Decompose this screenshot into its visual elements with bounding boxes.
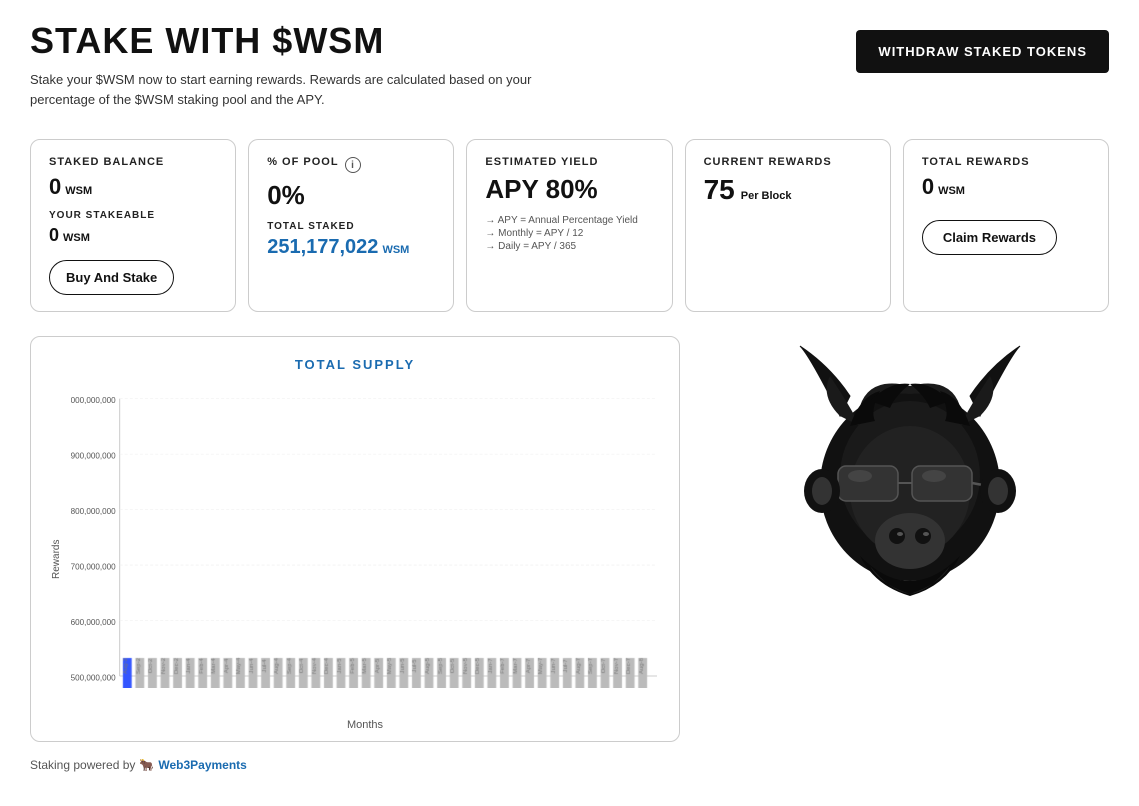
y-axis-label: Rewards (51, 388, 67, 731)
page-subtitle: Stake your $WSM now to start earning rew… (30, 70, 590, 109)
chart-title: TOTAL SUPPLY (51, 357, 659, 372)
per-block-label: Per Block (741, 190, 792, 202)
total-rewards-label: TOTAL REWARDS (922, 156, 1090, 168)
chart-inner: 2,000,000,000 1,900,000,000 1,800,000,00… (71, 388, 659, 731)
mascot-image (780, 336, 1040, 616)
stakeable-label: YOUR STAKEABLE (49, 210, 217, 221)
apy-note-1: → APY = Annual Percentage Yield (485, 215, 653, 226)
footer-brand: Web3Payments (158, 758, 246, 772)
yield-card: ESTIMATED YIELD APY 80% → APY = Annual P… (466, 139, 672, 312)
apy-note-2: → Monthly = APY / 12 (485, 228, 653, 239)
claim-rewards-button[interactable]: Claim Rewards (922, 220, 1057, 255)
apy-notes: → APY = Annual Percentage Yield → Monthl… (485, 215, 653, 252)
total-rewards-card: TOTAL REWARDS 0 WSM Claim Rewards (903, 139, 1109, 312)
stats-cards-row: STAKED BALANCE 0 WSM YOUR STAKEABLE 0 WS… (30, 139, 1109, 312)
pool-percent-value: 0% (267, 180, 435, 211)
withdraw-button[interactable]: WITHDRAW STAKED TOKENS (856, 30, 1109, 73)
page-title: STAKE WITH $WSM (30, 20, 590, 62)
apy-note-3: → Daily = APY / 365 (485, 241, 653, 252)
footer-text: Staking powered by (30, 758, 135, 772)
current-rewards-card: CURRENT REWARDS 75 Per Block (685, 139, 891, 312)
stakeable-value: 0 (49, 225, 59, 246)
total-staked-label: TOTAL STAKED (267, 221, 435, 232)
total-staked-unit: WSM (382, 244, 409, 256)
current-rewards-label: CURRENT REWARDS (704, 156, 872, 168)
apy-value: APY 80% (485, 174, 653, 205)
footer: Staking powered by 🐂 Web3Payments (30, 758, 1109, 772)
current-rewards-value: 75 (704, 174, 735, 206)
bar-chart-canvas (71, 388, 651, 688)
total-rewards-value: 0 (922, 174, 934, 200)
total-staked-value: 251,177,022 (267, 236, 378, 259)
footer-icon: 🐂 (139, 758, 154, 772)
x-axis-label: Months (71, 719, 659, 731)
staked-balance-label: STAKED BALANCE (49, 156, 217, 168)
total-rewards-unit: WSM (938, 185, 965, 197)
staked-balance-card: STAKED BALANCE 0 WSM YOUR STAKEABLE 0 WS… (30, 139, 236, 312)
stakeable-unit: WSM (63, 232, 90, 244)
yield-label: ESTIMATED YIELD (485, 156, 653, 168)
pool-label: % OF POOL (267, 156, 338, 168)
staked-balance-value: 0 (49, 174, 61, 200)
chart-container: TOTAL SUPPLY Rewards 2,000,000,000 1,900… (30, 336, 680, 742)
pool-info-icon[interactable]: i (345, 157, 361, 173)
bottom-section: TOTAL SUPPLY Rewards 2,000,000,000 1,900… (30, 336, 1109, 742)
staked-balance-unit: WSM (65, 185, 92, 197)
pool-percent-card: % OF POOL i 0% TOTAL STAKED 251,177,022 … (248, 139, 454, 312)
mascot-area (710, 336, 1109, 616)
buy-and-stake-button[interactable]: Buy And Stake (49, 260, 174, 295)
